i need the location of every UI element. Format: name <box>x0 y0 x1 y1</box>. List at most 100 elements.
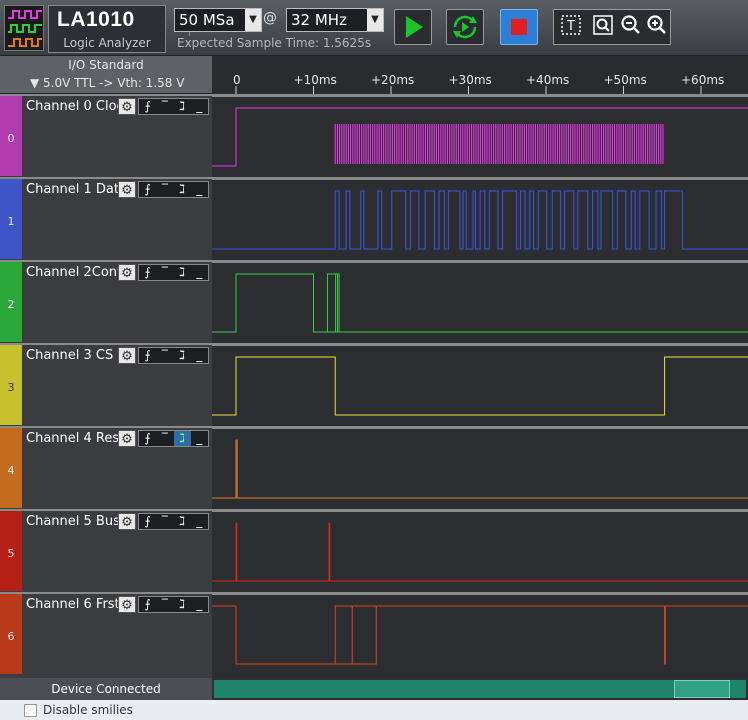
low-level-icon[interactable]: _ <box>191 514 208 529</box>
capture-overview-bar[interactable] <box>212 678 748 700</box>
trigger-selector[interactable]: ⨍ ‾ ℷ _ <box>138 513 209 530</box>
waveform-area[interactable]: 0 +10ms +20ms +30ms +40ms +50ms +60ms <box>212 56 748 678</box>
channel-row-6[interactable]: 6 Channel 6 FrstD⚙⨍‾ℷ_ <box>0 592 212 674</box>
start-button[interactable] <box>394 9 432 45</box>
time-tick-label: +40ms <box>526 73 569 87</box>
falling-edge-icon[interactable]: ℷ <box>174 348 191 363</box>
svg-text:T: T <box>566 19 575 34</box>
channel-number: 0 <box>7 132 15 145</box>
zoom-fit-icon[interactable] <box>591 12 615 38</box>
trigger-selector[interactable]: ⨍ ‾ ℷ _ <box>138 430 209 447</box>
channel-row-4[interactable]: 4 Channel 4 Reset⚙⨍‾ℷ_ <box>0 426 212 508</box>
channel-name: Channel 2Convst <box>26 265 118 280</box>
channel-name: Channel 6 FrstD <box>26 597 118 612</box>
overview-scroll-thumb[interactable] <box>674 680 730 698</box>
low-level-icon[interactable]: _ <box>191 182 208 197</box>
high-level-icon[interactable]: ‾ <box>156 597 173 612</box>
time-tick-label: +50ms <box>604 73 647 87</box>
falling-edge-icon[interactable]: ℷ <box>174 597 191 612</box>
channel-row-1[interactable]: 1 Channel 1 Data ⚙ ⨍ ‾ ℷ _ <box>0 177 212 259</box>
falling-edge-icon[interactable]: ℷ <box>174 182 191 197</box>
stop-button[interactable] <box>500 9 538 45</box>
rising-edge-icon[interactable]: ⨍ <box>139 514 156 529</box>
channel-name: Channel 5 Busy <box>26 514 118 529</box>
row-separator <box>212 94 748 97</box>
low-level-icon[interactable]: _ <box>191 597 208 612</box>
capture-overview-fill <box>214 680 746 698</box>
channel-row-5[interactable]: 5 Channel 5 Busy ⚙ ⨍ ‾ ℷ _ <box>0 509 212 591</box>
row-separator <box>212 426 748 429</box>
high-level-icon[interactable]: ‾ <box>156 182 173 197</box>
gear-icon[interactable]: ⚙ <box>118 181 136 198</box>
high-level-icon[interactable]: ‾ <box>156 431 173 446</box>
trigger-selector[interactable]: ⨍ ‾ ℷ _ <box>138 347 209 364</box>
channel-3-trace <box>212 356 748 416</box>
chevron-down-icon: ▼ <box>367 9 383 31</box>
low-level-icon[interactable]: _ <box>191 431 208 446</box>
gear-icon[interactable]: ⚙ <box>118 347 136 364</box>
high-level-icon[interactable]: ‾ <box>156 348 173 363</box>
disable-smilies-checkbox[interactable] <box>24 704 37 717</box>
expected-sample-time: Expected Sample Time: 1.5625s <box>177 36 372 50</box>
logic-analyzer-app: LA1010 Logic Analyzer ⚙ 50 MSa ▼ @ 32 MH… <box>0 0 748 720</box>
waveform-canvas[interactable]: 0 +10ms +20ms +30ms +40ms +50ms +60ms <box>212 56 748 678</box>
trigger-selector[interactable]: ⨍ ‾ ℷ _ <box>138 98 209 115</box>
rising-edge-icon[interactable]: ⨍ <box>139 431 156 446</box>
gear-icon[interactable]: ⚙ <box>118 430 136 447</box>
channel-row-2[interactable]: 2 Channel 2Convst⚙⨍‾ℷ_ <box>0 260 212 342</box>
channel-number: 4 <box>7 464 15 477</box>
low-level-icon[interactable]: _ <box>191 265 208 280</box>
zoom-in-icon[interactable] <box>645 12 669 38</box>
low-level-icon[interactable]: _ <box>191 99 208 114</box>
disable-smilies-label: Disable smilies <box>43 703 133 717</box>
falling-edge-icon[interactable]: ℷ <box>174 265 191 280</box>
channel-row-0[interactable]: 0 Channel 0 Clock⚙⨍‾ℷ_ <box>0 94 212 176</box>
trigger-selector[interactable]: ⨍ ‾ ℷ _ <box>138 264 209 281</box>
channel-name: Channel 4 Reset <box>26 431 118 446</box>
channel-5-trace <box>212 522 748 582</box>
falling-edge-icon[interactable]: ℷ <box>174 514 191 529</box>
rising-edge-icon[interactable]: ⨍ <box>139 597 156 612</box>
sample-rate-value: 50 MSa <box>179 11 235 29</box>
rising-edge-icon[interactable]: ⨍ <box>139 265 156 280</box>
channel-2-trace <box>212 273 748 333</box>
channel-number: 2 <box>7 298 15 311</box>
row-separator <box>212 177 748 180</box>
at-label: @ <box>263 10 277 26</box>
text-tool-icon[interactable]: T <box>559 12 583 38</box>
gear-icon[interactable]: ⚙ <box>118 513 136 530</box>
io-standard-select[interactable]: ▼ 5.0V TTL -> Vth: 1.58 V <box>30 76 184 90</box>
sample-rate-select[interactable]: 50 MSa ▼ <box>174 8 262 32</box>
trigger-selector[interactable]: ⨍ ‾ ℷ _ <box>138 181 209 198</box>
repeat-capture-button[interactable] <box>446 9 484 45</box>
channel-4-trace <box>212 439 748 499</box>
gear-icon[interactable]: ⚙ <box>118 264 136 281</box>
falling-edge-icon[interactable]: ℷ <box>174 99 191 114</box>
row-separator <box>212 509 748 512</box>
rising-edge-icon[interactable]: ⨍ <box>139 99 156 114</box>
high-level-icon[interactable]: ‾ <box>156 514 173 529</box>
io-standard-header: I/O Standard ▼ 5.0V TTL -> Vth: 1.58 V <box>0 56 212 94</box>
app-title-box: LA1010 Logic Analyzer ⚙ <box>48 5 210 53</box>
row-separator <box>212 592 748 595</box>
channel-row-3[interactable]: 3 Channel 3 CS ⚙ ⨍ ‾ ℷ _ <box>0 343 212 425</box>
logic-analyzer-logo-icon <box>4 5 44 51</box>
frequency-value: 32 MHz <box>291 11 347 29</box>
high-level-icon[interactable]: ‾ <box>156 99 173 114</box>
channel-number: 6 <box>7 630 15 643</box>
channel-number: 5 <box>7 547 15 560</box>
frequency-select[interactable]: 32 MHz ▼ <box>286 8 384 32</box>
rising-edge-icon[interactable]: ⨍ <box>139 182 156 197</box>
row-separator <box>212 343 748 346</box>
trigger-selector[interactable]: ⨍ ‾ ℷ _ <box>138 596 209 613</box>
low-level-icon[interactable]: _ <box>191 348 208 363</box>
high-level-icon[interactable]: ‾ <box>156 265 173 280</box>
falling-edge-icon[interactable]: ℷ <box>173 431 191 446</box>
chevron-down-icon: ▼ <box>245 9 261 31</box>
gear-icon[interactable]: ⚙ <box>118 596 136 613</box>
zoom-out-icon[interactable] <box>619 12 643 38</box>
rising-edge-icon[interactable]: ⨍ <box>139 348 156 363</box>
channel-number: 3 <box>7 381 15 394</box>
gear-icon[interactable]: ⚙ <box>118 98 136 115</box>
app-subtitle: Logic Analyzer <box>63 36 151 50</box>
